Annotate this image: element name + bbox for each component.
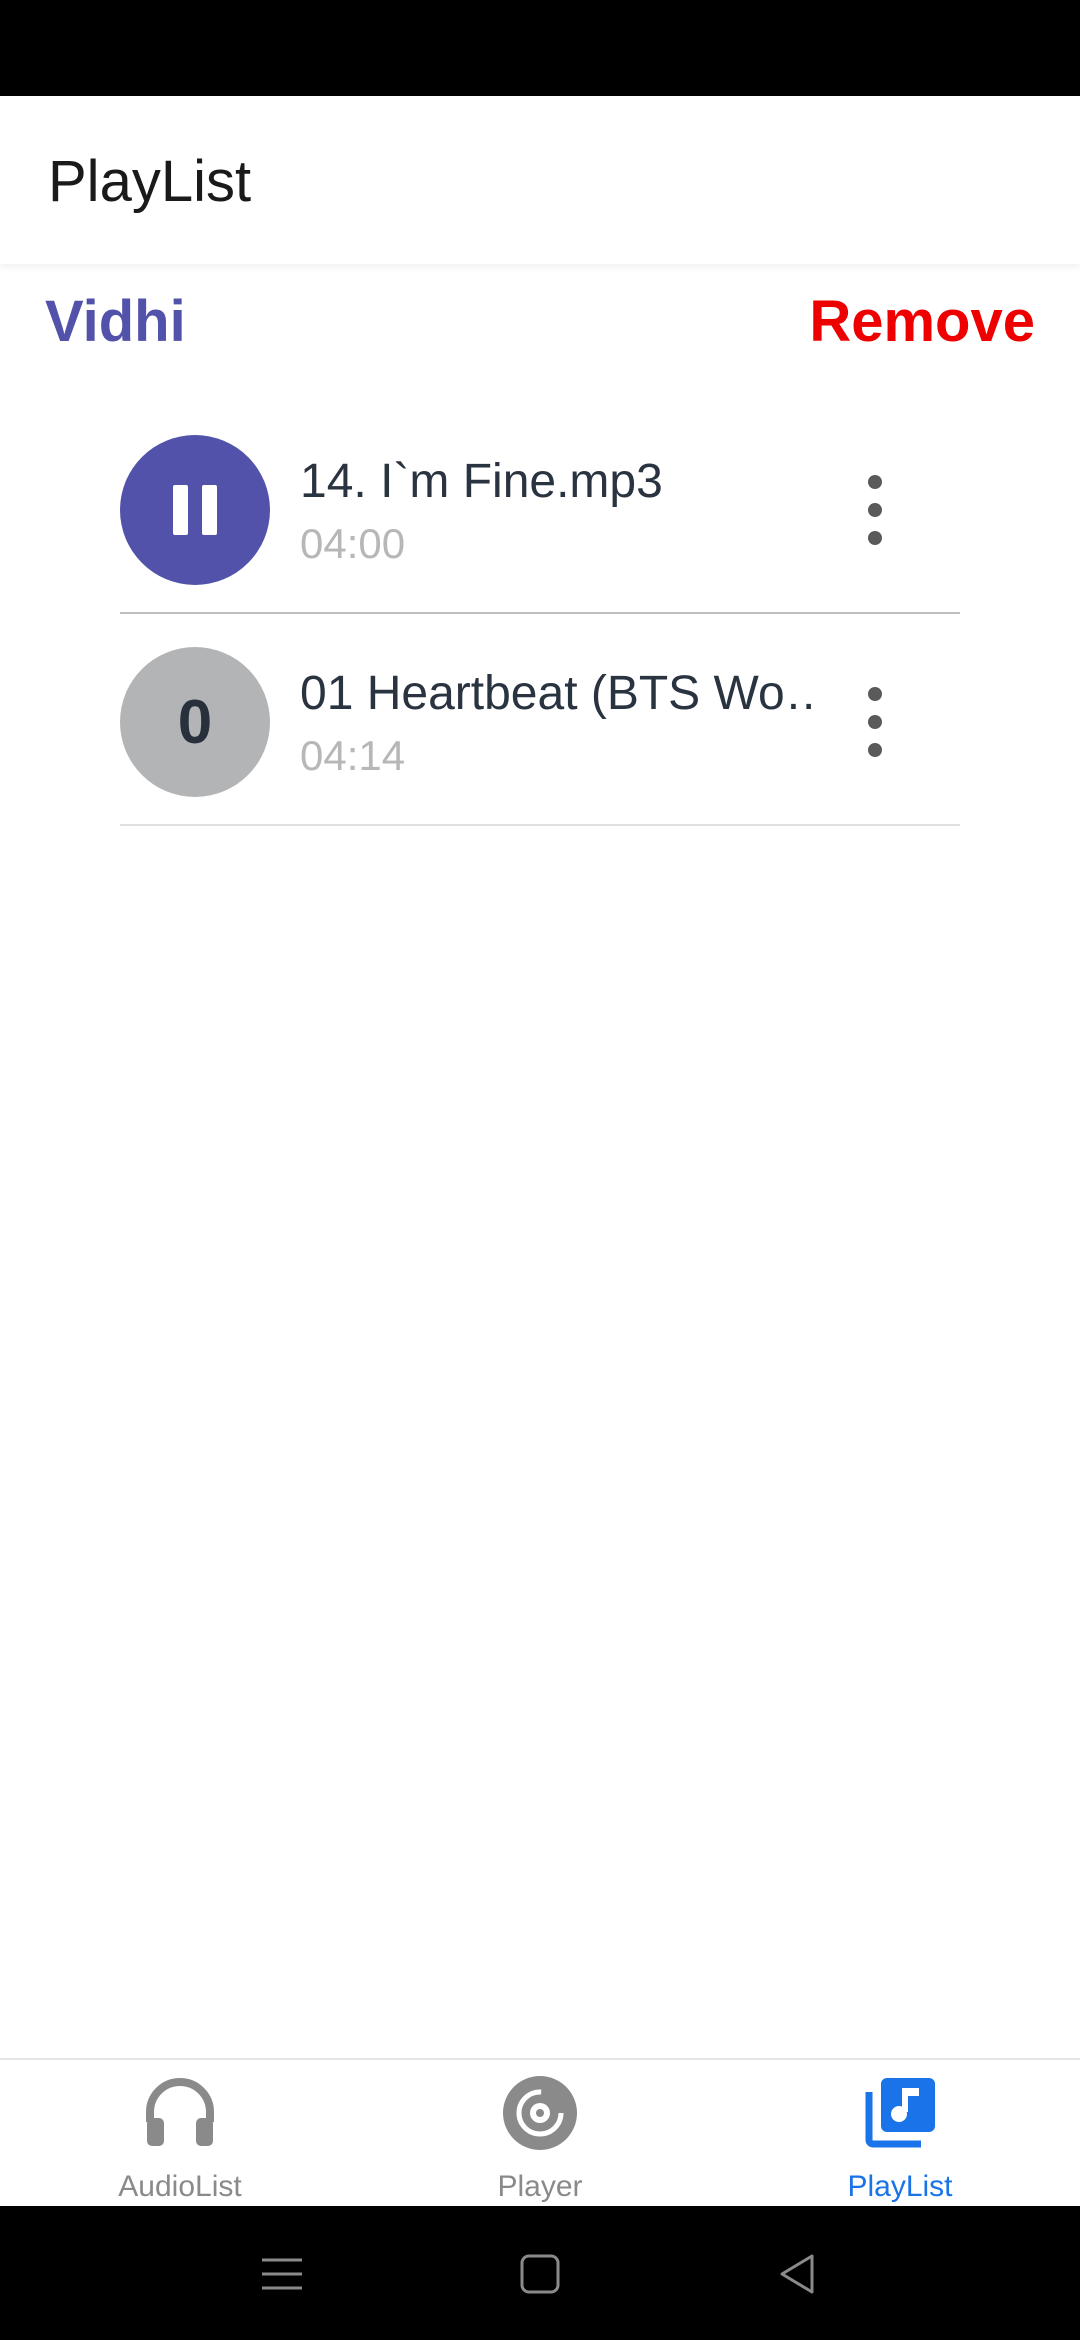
pause-icon [173, 485, 217, 535]
track-title: 14. I`m Fine.mp3 [300, 455, 663, 508]
tab-label: AudioList [118, 2170, 242, 2203]
track-duration: 04:00 [300, 520, 406, 567]
headphones-icon [146, 2078, 214, 2146]
back-icon[interactable] [766, 2242, 830, 2306]
track-row[interactable]: 14. I`m Fine.mp3 04:00 [120, 402, 960, 614]
play-pause-button[interactable] [120, 435, 270, 585]
more-vert-icon [868, 687, 882, 757]
system-navigation-bar [0, 2206, 1080, 2340]
more-options-button[interactable] [850, 682, 900, 762]
track-avatar-text: 0 [177, 687, 213, 757]
bottom-navigation: AudioList Player PlayList [0, 2058, 1080, 2206]
tab-label: Player [497, 2170, 583, 2203]
disc-icon [503, 2076, 577, 2150]
home-icon[interactable] [508, 2242, 572, 2306]
playlist-name: Vidhi [45, 289, 186, 354]
tab-audiolist[interactable]: AudioList [0, 2060, 360, 2208]
recent-apps-icon[interactable] [250, 2242, 314, 2306]
track-duration: 04:14 [300, 732, 406, 779]
page-title: PlayList [48, 149, 252, 214]
tab-player[interactable]: Player [360, 2060, 720, 2208]
more-vert-icon [868, 475, 882, 545]
remove-button[interactable]: Remove [809, 288, 1035, 355]
track-row[interactable]: 0 01 Heartbeat (BTS Wo… 04:14 [120, 614, 960, 826]
track-avatar[interactable]: 0 [120, 647, 270, 797]
status-bar [0, 0, 1080, 96]
track-title: 01 Heartbeat (BTS Wo… [300, 667, 820, 720]
more-options-button[interactable] [850, 470, 900, 550]
tab-playlist[interactable]: PlayList [720, 2060, 1080, 2208]
music-library-icon [865, 2078, 935, 2148]
tab-label: PlayList [847, 2170, 953, 2203]
app-header: PlayList [0, 96, 1080, 264]
